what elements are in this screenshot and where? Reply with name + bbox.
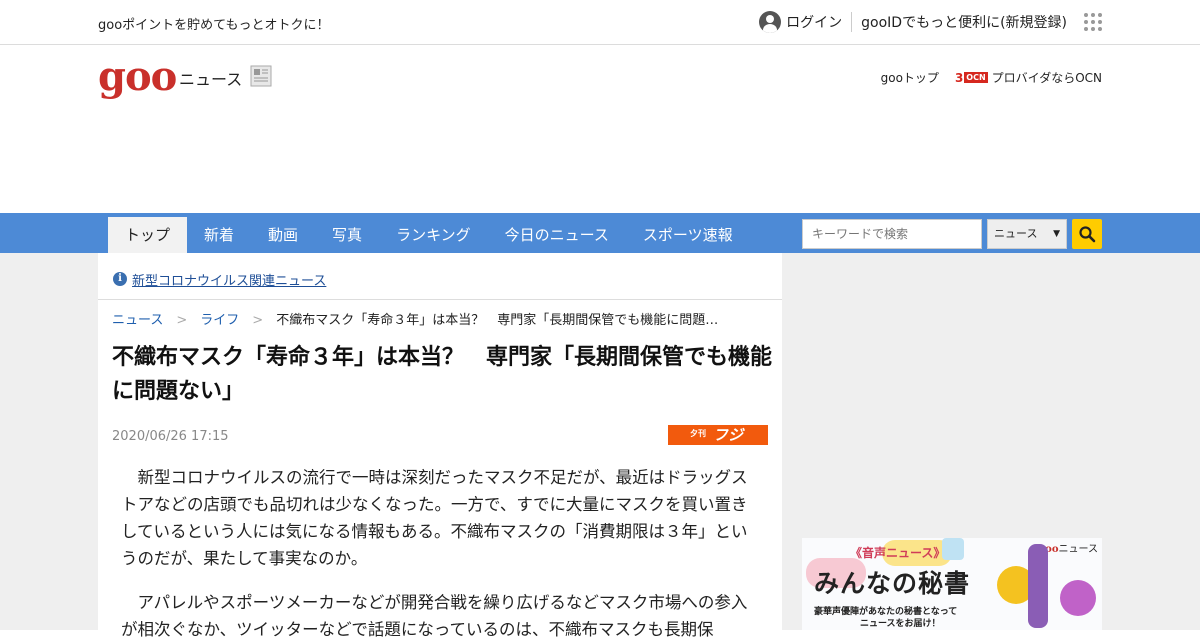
character-illustration <box>1028 544 1048 628</box>
character-illustration <box>1060 580 1096 616</box>
goo-top-link[interactable]: gooトップ <box>881 69 939 86</box>
info-icon: i <box>113 272 127 286</box>
account-area: ログイン gooIDでもっと便利に(新規登録) <box>759 10 1102 34</box>
search-button[interactable] <box>1072 219 1102 249</box>
news-section-title[interactable]: ニュース <box>179 66 242 90</box>
article-date: 2020/06/26 17:15 <box>112 429 229 444</box>
tab-ranking[interactable]: ランキング <box>379 217 488 253</box>
header-links: gooトップ 3 OCN プロバイダならOCN <box>881 69 1102 86</box>
breadcrumb-life[interactable]: ライフ <box>200 313 239 328</box>
search-input[interactable] <box>802 219 982 249</box>
search-scope-select[interactable]: ニュース ▼ <box>987 219 1067 249</box>
article-title: 不織布マスク「寿命３年」は本当？ 専門家「長期間保管でも機能に問題ない」 <box>112 345 773 404</box>
ocn-logo: 3 OCN <box>954 70 988 85</box>
register-link[interactable]: gooIDでもっと便利に(新規登録) <box>861 12 1067 32</box>
breadcrumb-separator: > <box>252 313 264 328</box>
ad-subtext: ニュースをお届け！ <box>860 619 941 629</box>
article-paragraph: アパレルやスポーツメーカーなどが開発合戦を繰り広げるなどマスク市場への参入が相次… <box>121 593 748 639</box>
covid-news-link[interactable]: 新型コロナウイルス関連ニュース <box>132 270 326 289</box>
login-link[interactable]: ログイン <box>786 12 853 32</box>
main-nav: トップ 新着 動画 写真 ランキング 今日のニュース スポーツ速報 ニュース ▼ <box>0 213 1200 253</box>
article-panel: i 新型コロナウイルス関連ニュース ニュース > ライフ > 不織布マスク「寿命３年」は… <box>98 253 782 639</box>
voice-news-ad-banner[interactable]: 《音声ニュース》 みんなの秘書 豪華声優陣があなたの秘書となって ニュースをお届… <box>802 538 1102 630</box>
goo-points-promo-link[interactable]: gooポイントを貯めてもっとオトクに！ <box>98 14 330 33</box>
ad-label: 《音声ニュース》 <box>850 546 946 560</box>
covid-news-bar: i 新型コロナウイルス関連ニュース <box>98 253 782 300</box>
tab-todays-news[interactable]: 今日のニュース <box>488 217 626 253</box>
tab-sports-live[interactable]: スポーツ速報 <box>626 217 750 253</box>
tab-video[interactable]: 動画 <box>251 217 315 253</box>
breadcrumb-news[interactable]: ニュース <box>112 313 163 328</box>
search-scope-value: ニュース <box>994 227 1038 240</box>
breadcrumb-current: 不織布マスク「寿命３年」は本当？ 専門家「長期間保管でも機能に問題… <box>276 313 719 328</box>
ocn-provider-link[interactable]: プロバイダならOCN <box>992 69 1102 86</box>
article-paragraph: 新型コロナウイルスの流行で一時は深刻だったマスク不足だが、最近はドラッグストアな… <box>121 468 748 568</box>
breadcrumb-separator: > <box>176 313 188 328</box>
tab-photo[interactable]: 写真 <box>315 217 379 253</box>
goo-logo[interactable]: goo <box>98 55 177 99</box>
tab-top[interactable]: トップ <box>108 217 188 253</box>
app-grid-icon[interactable] <box>1084 13 1102 31</box>
caret-down-icon: ▼ <box>1053 229 1060 239</box>
utility-bar: gooポイントを貯めてもっとオトクに！ ログイン gooIDでもっと便利に(新規… <box>0 0 1200 45</box>
user-avatar-icon[interactable] <box>759 11 782 33</box>
ad-headline: みんなの秘書 <box>814 569 971 598</box>
breadcrumb: ニュース > ライフ > 不織布マスク「寿命３年」は本当？ 専門家「長期間保管でも機能に… <box>112 309 772 328</box>
tab-latest[interactable]: 新着 <box>187 217 251 253</box>
nav-tabs: トップ 新着 動画 写真 ランキング 今日のニュース スポーツ速報 <box>108 217 750 253</box>
search-icon <box>1079 226 1096 243</box>
newspaper-icon <box>250 65 272 87</box>
source-logo-yukan-fuji[interactable]: 夕刊 フジ <box>668 425 768 445</box>
site-header: goo ニュース gooトップ 3 OCN プロバイダならOCN <box>0 45 1200 213</box>
